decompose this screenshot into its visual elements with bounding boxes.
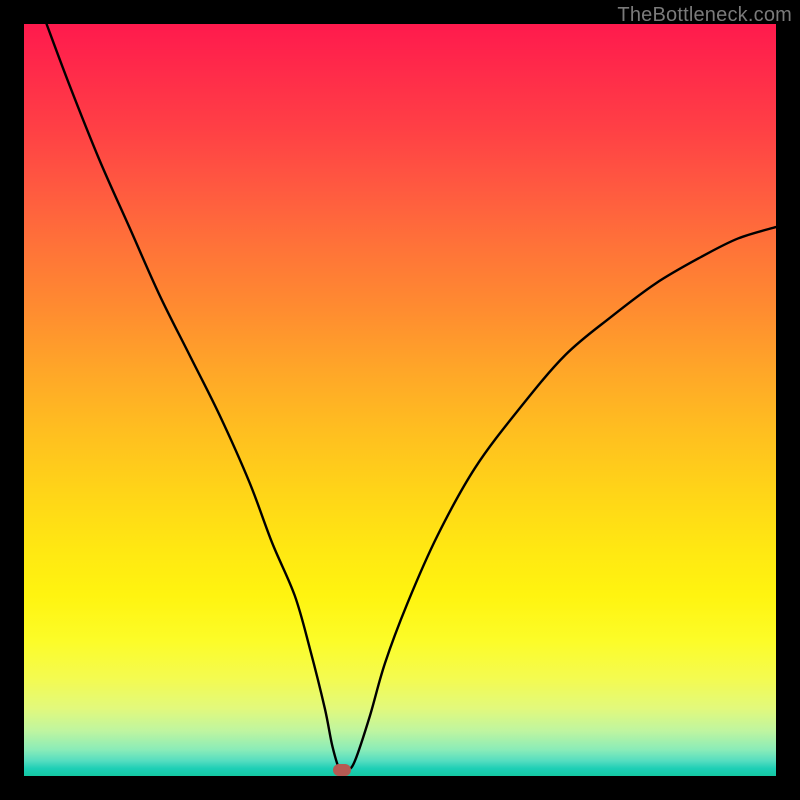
curve-svg	[24, 24, 776, 776]
plot-area	[24, 24, 776, 776]
bottleneck-curve	[47, 24, 776, 772]
trough-marker	[333, 764, 351, 776]
chart-frame: TheBottleneck.com	[0, 0, 800, 800]
